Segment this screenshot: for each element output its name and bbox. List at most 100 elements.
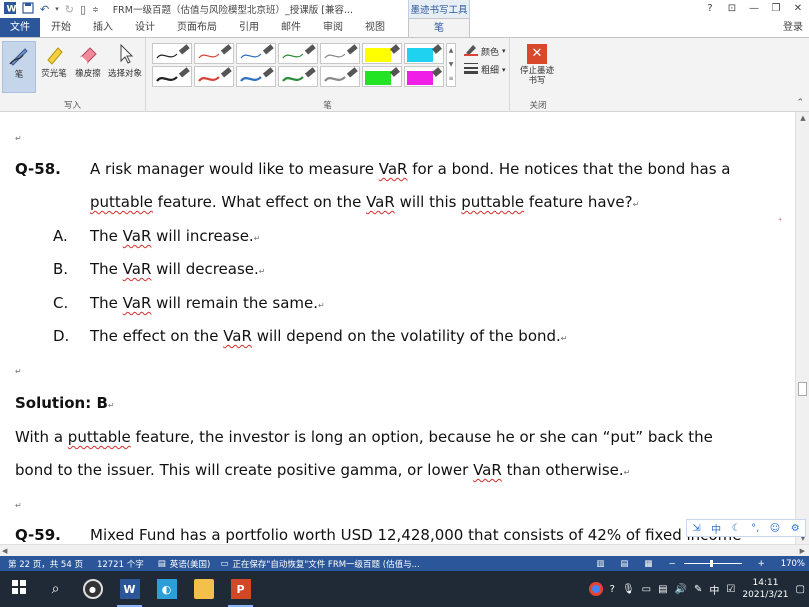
stop-inking-button[interactable]: ✕ 停止墨迹书写 [517,44,557,86]
restore-button[interactable]: ❐ [765,0,787,18]
new-document-icon[interactable]: ▯ [80,3,86,16]
system-tray: ? 🎙 ▭ ▤ 🔊 ✎ 中 ☑ 14:11 2021/3/21 ▢ [588,571,805,607]
input-language[interactable]: 中 [709,582,719,597]
macro-icon[interactable]: ▭ [220,559,228,569]
file-explorer[interactable] [185,571,222,607]
moon-icon[interactable]: ☾ [732,523,741,534]
ime-toolbar[interactable]: ⇲ 中 ☾ °, ☺ ⚙ [686,519,806,537]
word-count[interactable]: 12721 个字 [97,558,144,570]
paragraph-mark: ↵ [15,134,22,143]
login-link[interactable]: 登录 [783,18,803,37]
app-green[interactable]: ◐ [148,571,185,607]
search-button[interactable]: ⌕ [37,571,74,607]
document-area[interactable]: ↵ Q-58. A risk manager would like to mea… [0,112,795,544]
notification-icon[interactable]: ▢ [796,584,805,595]
tab-home[interactable]: 开始 [40,18,82,37]
highlighter-magenta[interactable] [404,66,444,87]
eraser-tool-button[interactable]: 橡皮擦 [71,41,105,93]
pen-icon [6,42,32,68]
pen-gallery-scroll[interactable]: ▲ ▼ ≡ [446,43,456,87]
option-b: B. The VaR will decrease.↵ [53,260,266,278]
select-objects-button[interactable]: 选择对象 [105,41,145,93]
tab-view[interactable]: 视图 [354,18,396,37]
question-icon[interactable]: ? [610,584,615,595]
pen-black-thin[interactable] [152,43,192,64]
tab-layout[interactable]: 页面布局 [166,18,228,37]
ribbon-display-button[interactable]: ⊡ [721,0,743,18]
start-button[interactable] [0,571,37,607]
help-button[interactable]: ? [699,0,721,18]
chrome-icon[interactable] [588,582,603,596]
chat-app-icon: ◐ [156,579,177,599]
zoom-slider[interactable] [683,560,742,567]
page-count[interactable]: 第 22 页，共 54 页 [8,558,83,570]
cursor-arrow-icon [112,41,138,67]
display-icon[interactable]: ▤ [658,584,667,595]
undo-dropdown-icon[interactable]: ▾ [55,5,59,13]
pen-red-thin[interactable] [194,43,234,64]
tab-mailings[interactable]: 邮件 [270,18,312,37]
settings-icon[interactable]: ⚙ [791,523,800,534]
pen-blue-thin[interactable] [236,43,276,64]
pen-red-thick[interactable] [194,66,234,87]
ribbon-pen: 笔 荧光笔 橡皮擦 选择对象 写入 笔 ▲ ▼ ≡ 颜色 ▾ 粗细 ▾ 关闭 ✕… [0,37,809,113]
web-layout-icon[interactable]: ▦ [644,559,652,569]
zoom-out-icon[interactable]: − [668,559,675,569]
ime-mode[interactable]: 中 [711,521,721,536]
title-bar: W ↶ ▾ ↻ ▯ ≑ FRM一级百题（估值与风险模型北京班）_授课版 [兼容.… [0,0,809,18]
pen-tray-icon[interactable]: ✎ [694,584,702,595]
zoom-in-icon[interactable]: + [758,559,765,569]
highlighter-lime[interactable] [362,66,402,87]
powerpoint-app[interactable]: P [222,571,259,607]
word-app[interactable]: W [111,571,148,607]
scroll-up-icon[interactable]: ▲ [796,112,809,124]
collapse-ribbon-icon[interactable]: ⌃ [796,98,804,108]
eraser-icon [75,41,101,67]
pen-blue-thick[interactable] [236,66,276,87]
security-icon[interactable]: ☑ [726,584,735,595]
tab-insert[interactable]: 插入 [82,18,124,37]
ime-switch-icon[interactable]: ⇲ [692,523,700,534]
scroll-thumb[interactable] [798,382,807,396]
pen-green-thick[interactable] [278,66,318,87]
vertical-scrollbar[interactable]: ▲ ▼ [795,112,809,544]
save-icon[interactable] [22,1,34,17]
pen-tool-button[interactable]: 笔 [2,41,36,93]
pen-tool-label: 笔 [14,70,24,80]
volume-icon[interactable]: 🔊 [675,584,687,595]
customize-qat-icon[interactable]: ≑ [92,5,99,14]
zoom-level[interactable]: 170% [781,559,805,569]
tab-file[interactable]: 文件 [0,18,40,37]
pen-gray-thin[interactable] [320,43,360,64]
highlighter-tool-button[interactable]: 荧光笔 [37,41,71,93]
pen-green-thin[interactable] [278,43,318,64]
user-icon[interactable]: ☺ [770,523,780,534]
color-button[interactable]: 颜色 ▾ [464,43,506,59]
highlighter-yellow[interactable] [362,43,402,64]
search-icon: ⌕ [51,581,60,597]
print-layout-icon[interactable]: ▤ [620,559,628,569]
language[interactable]: 英语(美国) [170,558,211,570]
tab-pen[interactable]: 笔 [408,18,470,37]
proofing-icon[interactable]: ▤ [158,559,166,569]
punctuation-icon[interactable]: °, [751,523,759,534]
horizontal-scrollbar[interactable]: ◀ ▶ [0,544,809,556]
undo-icon[interactable]: ↶ [40,3,49,16]
minimize-button[interactable]: — [743,0,765,18]
redo-icon[interactable]: ↻ [65,3,74,16]
thickness-button[interactable]: 粗细 ▾ [464,62,506,77]
read-mode-icon[interactable]: ▥ [596,559,604,569]
question-text: A risk manager would like to measure VaR… [90,160,731,178]
tab-review[interactable]: 审阅 [312,18,354,37]
pen-black-thick[interactable] [152,66,192,87]
tab-references[interactable]: 引用 [228,18,270,37]
pen-gray-thick[interactable] [320,66,360,87]
close-button[interactable]: ✕ [787,0,809,18]
highlighter-cyan[interactable] [404,43,444,64]
obs-app[interactable]: ● [74,571,111,607]
tab-design[interactable]: 设计 [124,18,166,37]
option-letter: B. [53,260,69,278]
clock[interactable]: 14:11 2021/3/21 [742,577,788,601]
network-icon[interactable]: ▭ [642,584,651,595]
microphone-icon[interactable]: 🎙 [622,584,635,595]
